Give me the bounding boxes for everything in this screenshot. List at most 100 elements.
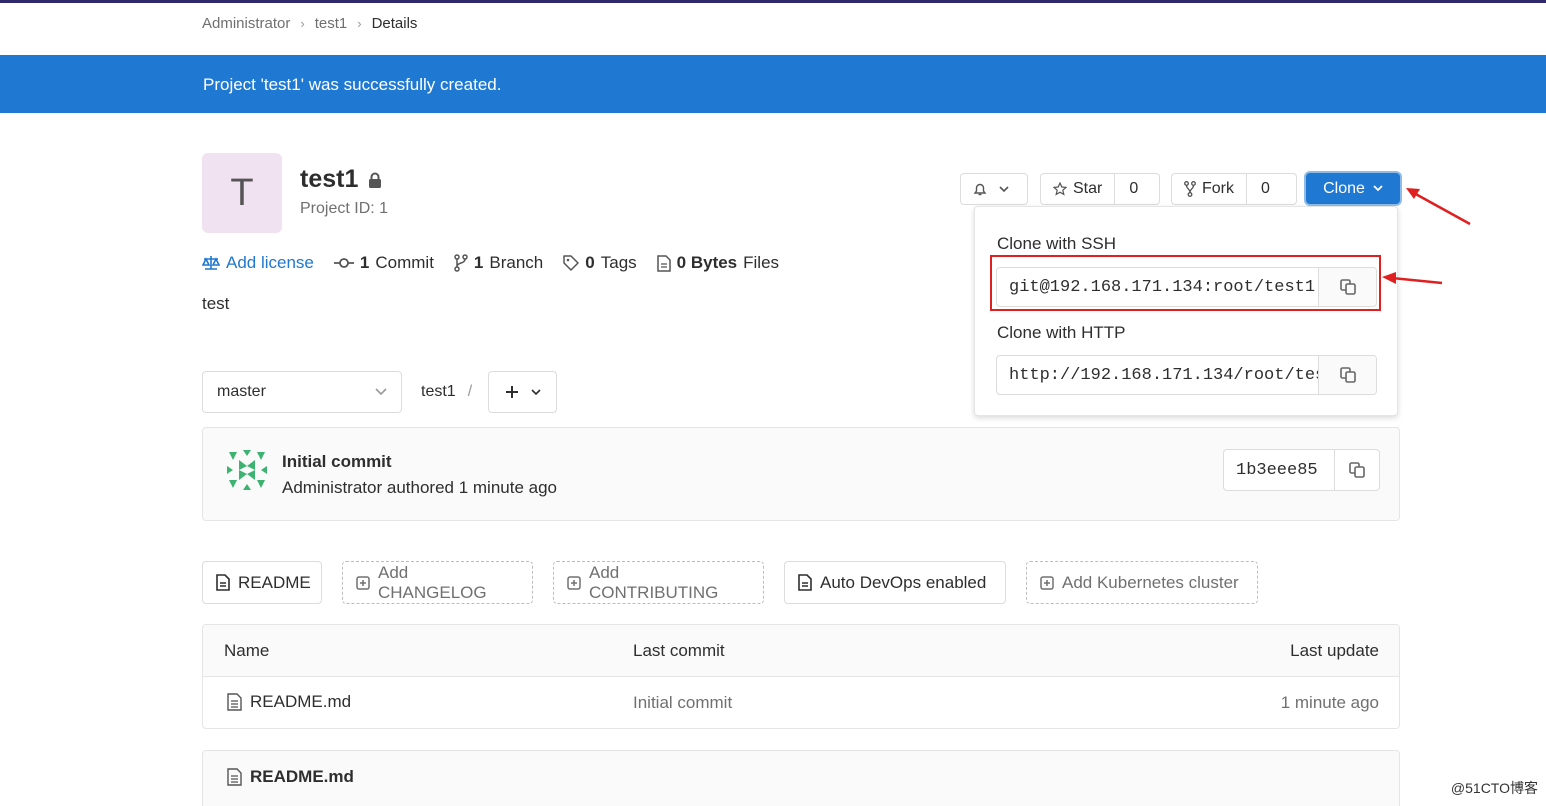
fork-segment: Fork [1172,174,1246,204]
branches-label: Branch [489,253,544,272]
path-separator: / [467,383,473,400]
breadcrumb-current[interactable]: Details [372,15,418,32]
branch-select-value: master [217,383,266,400]
annotation-arrow-icon [1406,188,1471,226]
clone-label: Clone [1323,179,1365,197]
files-label: Files [743,253,780,272]
project-title: test1 [300,165,382,194]
top-border [0,0,1546,3]
document-icon [216,574,230,591]
add-contributing-button[interactable]: Add CONTRIBUTING [553,561,764,604]
repo-path-root[interactable]: test1 [421,383,456,400]
breadcrumb-item-project[interactable]: test1 [315,15,348,32]
commit-sha[interactable]: 1b3eee85 [1224,450,1335,490]
tag-icon [563,255,580,271]
readme-button[interactable]: README [202,561,322,604]
flash-notice: Project 'test1' was successfully created… [0,55,1546,113]
clone-dropdown: Clone with SSH git@192.168.171.134:root/… [974,206,1398,416]
avatar-letter: T [230,171,254,214]
file-name: README.md [250,692,352,711]
commits-label: Commit [375,253,434,272]
files-stat[interactable]: 0 Bytes Files [656,253,780,273]
column-header-last-update: Last update [1290,641,1379,660]
breadcrumb-item-group[interactable]: Administrator [202,15,290,32]
file-table: Name Last commit Last update README.md I… [202,624,1400,729]
column-header-last-commit: Last commit [633,641,725,660]
tags-count: 0 [585,253,595,272]
add-kubernetes-button[interactable]: Add Kubernetes cluster [1026,561,1258,604]
project-description: test [202,294,230,313]
column-header-name: Name [224,641,270,660]
branches-count: 1 [473,253,484,272]
commit-sha-group: 1b3eee85 [1223,449,1380,491]
star-segment: Star [1041,174,1114,204]
star-label: Star [1073,180,1103,197]
last-commit-panel: Initial commit Administrator authored 1 … [202,427,1400,521]
branches-stat[interactable]: 1 Branch [454,253,543,273]
watermark: @51CTO博客 [1450,780,1538,796]
breadcrumb: Administrator › test1 › Details [202,15,417,32]
tags-label: Tags [600,253,637,272]
copy-sha-button[interactable] [1335,450,1379,490]
file-last-update: 1 minute ago [1280,693,1379,712]
chevron-down-icon [1373,185,1383,192]
copy-icon [1348,461,1366,479]
chevron-right-icon: › [300,16,305,31]
table-row[interactable]: README.md Initial commit 1 minute ago [203,677,1399,728]
clone-http-label: Clone with HTTP [997,323,1126,342]
add-file-dropdown[interactable] [488,371,557,413]
branch-icon [454,254,468,272]
chevron-down-icon [999,185,1009,193]
file-text-icon [227,768,242,786]
commit-author-avatar[interactable] [225,448,269,492]
files-size: 0 Bytes [676,253,738,272]
file-text-icon [227,693,242,711]
file-icon [656,254,671,272]
fork-button[interactable]: Fork 0 [1171,173,1297,205]
star-button[interactable]: Star 0 [1040,173,1160,205]
bell-icon [961,174,999,204]
branch-select[interactable]: master [202,371,402,413]
readme-panel-header: README.md [227,767,354,787]
readme-panel: README.md [202,750,1400,806]
add-license-label: Add license [226,253,314,272]
plus-icon [505,385,519,399]
readme-panel-title: README.md [250,767,354,786]
auto-devops-label: Auto DevOps enabled [820,572,987,592]
file-name-cell[interactable]: README.md [227,692,351,712]
clone-http-input[interactable]: http://192.168.171.134/root/test1.git [997,356,1318,394]
add-changelog-button[interactable]: Add CHANGELOG [342,561,533,604]
project-stats: Add license 1 Commit 1 Branch 0 Tags 0 B… [202,253,779,273]
clone-http-field: http://192.168.171.134/root/test1.git [996,355,1377,395]
plus-square-icon [1040,575,1054,590]
commit-icon [333,256,354,270]
copy-http-button[interactable] [1318,356,1376,394]
file-table-header: Name Last commit Last update [203,625,1399,677]
file-last-commit[interactable]: Initial commit [633,693,732,713]
copy-icon [1339,366,1357,384]
star-count[interactable]: 0 [1114,174,1152,204]
tags-stat[interactable]: 0 Tags [563,253,637,273]
chevron-down-icon [530,388,541,396]
auto-devops-button[interactable]: Auto DevOps enabled [784,561,1006,604]
scale-icon [202,255,220,271]
annotation-highlight-box [990,255,1381,311]
annotation-arrow-icon [1382,272,1443,285]
fork-count[interactable]: 0 [1246,174,1284,204]
document-icon [798,574,812,591]
commit-meta: Administrator authored 1 minute ago [282,478,557,497]
add-license-link[interactable]: Add license [202,253,314,273]
clone-ssh-label: Clone with SSH [997,234,1117,253]
repo-path: test1 / [421,383,472,401]
commits-stat[interactable]: 1 Commit [333,253,434,273]
chevron-down-icon [375,388,387,396]
fork-label: Fork [1202,180,1234,197]
add-kubernetes-label: Add Kubernetes cluster [1062,572,1239,592]
clone-button[interactable]: Clone [1306,173,1400,204]
project-name: test1 [300,165,359,193]
notification-button[interactable] [960,173,1028,205]
plus-square-icon [567,575,581,590]
plus-square-icon [356,575,370,590]
commit-title[interactable]: Initial commit [282,452,392,472]
project-avatar[interactable]: T [202,153,282,233]
